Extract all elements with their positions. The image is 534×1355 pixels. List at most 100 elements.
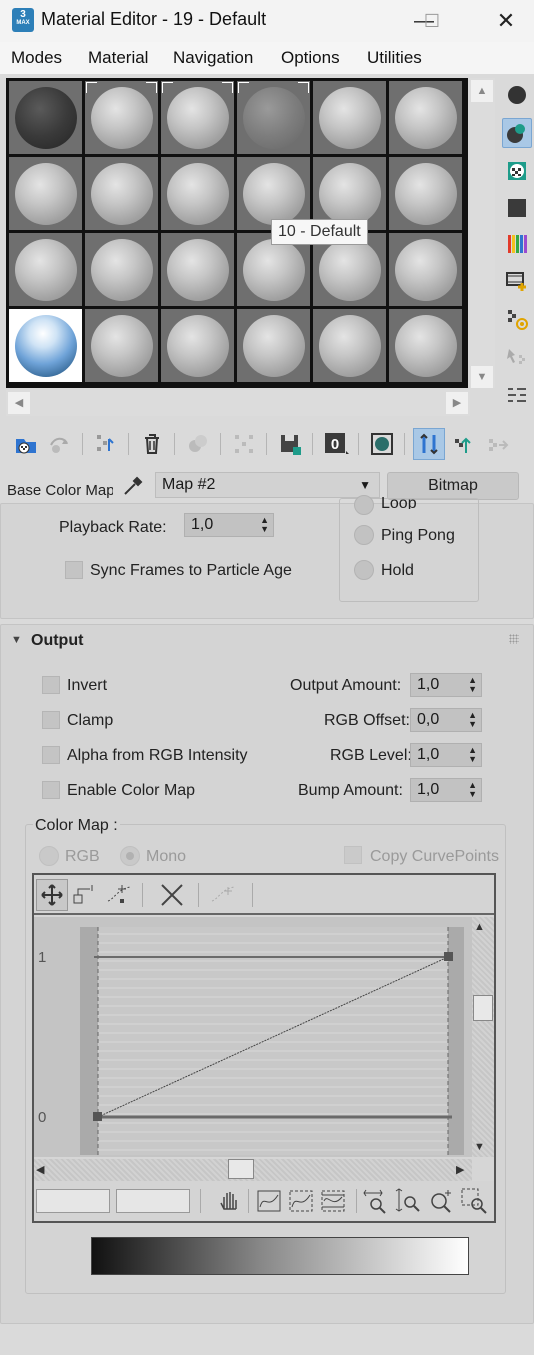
curve-graph[interactable]: 1 0 xyxy=(34,917,472,1157)
sample-slot[interactable] xyxy=(389,81,462,154)
scroll-up-arrow-icon[interactable]: ▲ xyxy=(471,80,493,102)
close-button[interactable]: ✕ xyxy=(486,6,526,36)
menu-utilities[interactable]: Utilities xyxy=(367,48,422,68)
material-map-navigator-icon[interactable] xyxy=(504,382,530,408)
menu-navigation[interactable]: Navigation xyxy=(173,48,253,68)
sync-frames-checkbox[interactable] xyxy=(65,561,83,579)
make-unique-icon[interactable] xyxy=(230,430,258,458)
move-point-icon[interactable] xyxy=(36,879,68,911)
spinner-arrows-icon[interactable]: ▲ ▼ xyxy=(468,781,477,799)
sample-slot[interactable] xyxy=(85,81,158,154)
select-by-material-icon[interactable] xyxy=(504,344,530,370)
clamp-checkbox[interactable] xyxy=(42,711,60,729)
material-id-channel-icon[interactable]: 0 xyxy=(322,430,350,458)
grid-horizontal-scrollbar[interactable]: ◀ ▶ xyxy=(6,390,470,416)
radio-loop[interactable] xyxy=(354,495,374,515)
scroll-right-arrow-icon[interactable]: ▶ xyxy=(446,392,468,414)
sample-slot[interactable] xyxy=(85,233,158,306)
radio-ping-pong[interactable] xyxy=(354,525,374,545)
zoom-horizontally-icon[interactable] xyxy=(362,1187,390,1215)
map-name-dropdown[interactable]: Map #2 ▼ xyxy=(155,472,380,498)
sample-slot[interactable] xyxy=(389,309,462,382)
menu-material[interactable]: Material xyxy=(88,48,148,68)
zoom-horizontal-extents-icon[interactable] xyxy=(288,1187,316,1215)
collapse-arrow-icon[interactable]: ▼ xyxy=(11,634,22,646)
show-shaded-material-icon[interactable] xyxy=(368,430,396,458)
zoom-region-icon[interactable] xyxy=(460,1187,488,1215)
curve-horizontal-scrollbar[interactable]: ◀ ▶ xyxy=(34,1159,472,1181)
curve-y-value-field[interactable] xyxy=(116,1189,190,1213)
sample-type-sphere-icon[interactable] xyxy=(504,82,530,108)
put-to-library-icon[interactable] xyxy=(276,430,304,458)
scroll-down-arrow-icon[interactable]: ▼ xyxy=(471,366,493,388)
zoom-value-extents-icon[interactable] xyxy=(320,1187,348,1215)
spinner-arrows-icon[interactable]: ▲ ▼ xyxy=(468,746,477,764)
curve-vertical-scrollbar[interactable]: ▲ ▼ xyxy=(472,917,494,1157)
scroll-right-arrow-icon[interactable]: ▶ xyxy=(456,1163,464,1176)
spinner-arrows-icon[interactable]: ▲ ▼ xyxy=(468,711,477,729)
get-material-icon[interactable] xyxy=(12,430,40,458)
reset-curves-icon[interactable] xyxy=(210,881,240,911)
menu-modes[interactable]: Modes xyxy=(11,48,62,68)
insert-corner-point-icon[interactable] xyxy=(106,881,136,911)
zoom-extents-icon[interactable] xyxy=(256,1187,284,1215)
sample-slot[interactable] xyxy=(237,81,310,154)
invert-checkbox[interactable] xyxy=(42,676,60,694)
sample-slot[interactable] xyxy=(389,157,462,230)
make-material-copy-icon[interactable] xyxy=(184,430,212,458)
make-preview-icon[interactable] xyxy=(504,268,530,294)
radio-mono[interactable] xyxy=(120,846,140,866)
sample-slot[interactable] xyxy=(9,157,82,230)
go-forward-to-sibling-icon[interactable] xyxy=(484,430,512,458)
enable-color-map-checkbox[interactable] xyxy=(42,781,60,799)
sample-slot[interactable] xyxy=(237,309,310,382)
sample-slot[interactable] xyxy=(161,309,234,382)
sample-slot[interactable] xyxy=(389,233,462,306)
sample-slot[interactable] xyxy=(9,233,82,306)
rgb-level-spinner[interactable]: 1,0 ▲ ▼ xyxy=(410,743,482,767)
zoom-icon[interactable] xyxy=(428,1187,456,1215)
output-title[interactable]: Output xyxy=(31,632,83,650)
scroll-thumb[interactable] xyxy=(473,995,493,1021)
radio-rgb[interactable] xyxy=(39,846,59,866)
sample-slot-active[interactable] xyxy=(9,309,82,382)
rgb-offset-spinner[interactable]: 0,0 ▲ ▼ xyxy=(410,708,482,732)
scale-point-icon[interactable] xyxy=(70,881,100,911)
zoom-vertically-icon[interactable] xyxy=(394,1187,422,1215)
playback-rate-spinner[interactable]: 1,0 ▲ ▼ xyxy=(184,513,274,537)
grid-vertical-scrollbar[interactable]: ▲ ▼ xyxy=(470,78,495,388)
go-to-parent-icon[interactable] xyxy=(450,430,478,458)
curve-x-value-field[interactable] xyxy=(36,1189,110,1213)
drag-handle-icon[interactable] xyxy=(509,634,519,644)
sample-slot[interactable] xyxy=(9,81,82,154)
sample-slot[interactable] xyxy=(85,309,158,382)
spinner-arrows-icon[interactable]: ▲ ▼ xyxy=(260,516,269,534)
menu-options[interactable]: Options xyxy=(281,48,340,68)
alpha-from-rgb-checkbox[interactable] xyxy=(42,746,60,764)
sample-slot[interactable] xyxy=(161,157,234,230)
copy-curvepoints-checkbox[interactable] xyxy=(344,846,362,864)
sample-slot[interactable] xyxy=(161,81,234,154)
spinner-arrows-icon[interactable]: ▲ ▼ xyxy=(468,676,477,694)
radio-hold[interactable] xyxy=(354,560,374,580)
show-end-result-icon[interactable] xyxy=(413,428,445,460)
output-amount-spinner[interactable]: 1,0 ▲ ▼ xyxy=(410,673,482,697)
assign-material-to-selection-icon[interactable] xyxy=(92,430,120,458)
sample-slot[interactable] xyxy=(85,157,158,230)
pan-hand-icon[interactable] xyxy=(216,1187,244,1215)
scroll-left-arrow-icon[interactable]: ◀ xyxy=(8,392,30,414)
sample-slot[interactable] xyxy=(313,81,386,154)
material-options-icon[interactable] xyxy=(504,306,530,332)
sample-slot[interactable] xyxy=(313,309,386,382)
scroll-down-arrow-icon[interactable]: ▼ xyxy=(474,1141,485,1153)
delete-icon[interactable] xyxy=(138,430,166,458)
delete-point-icon[interactable] xyxy=(158,881,188,911)
backlight-icon[interactable] xyxy=(502,118,532,148)
scroll-left-arrow-icon[interactable]: ◀ xyxy=(36,1163,44,1176)
background-checker-icon[interactable] xyxy=(504,158,530,184)
scroll-up-arrow-icon[interactable]: ▲ xyxy=(474,921,485,933)
bump-amount-spinner[interactable]: 1,0 ▲ ▼ xyxy=(410,778,482,802)
eyedropper-icon[interactable] xyxy=(121,474,145,498)
maximize-button[interactable]: ☐ xyxy=(412,6,452,36)
sample-uv-tiling-icon[interactable] xyxy=(504,195,530,221)
